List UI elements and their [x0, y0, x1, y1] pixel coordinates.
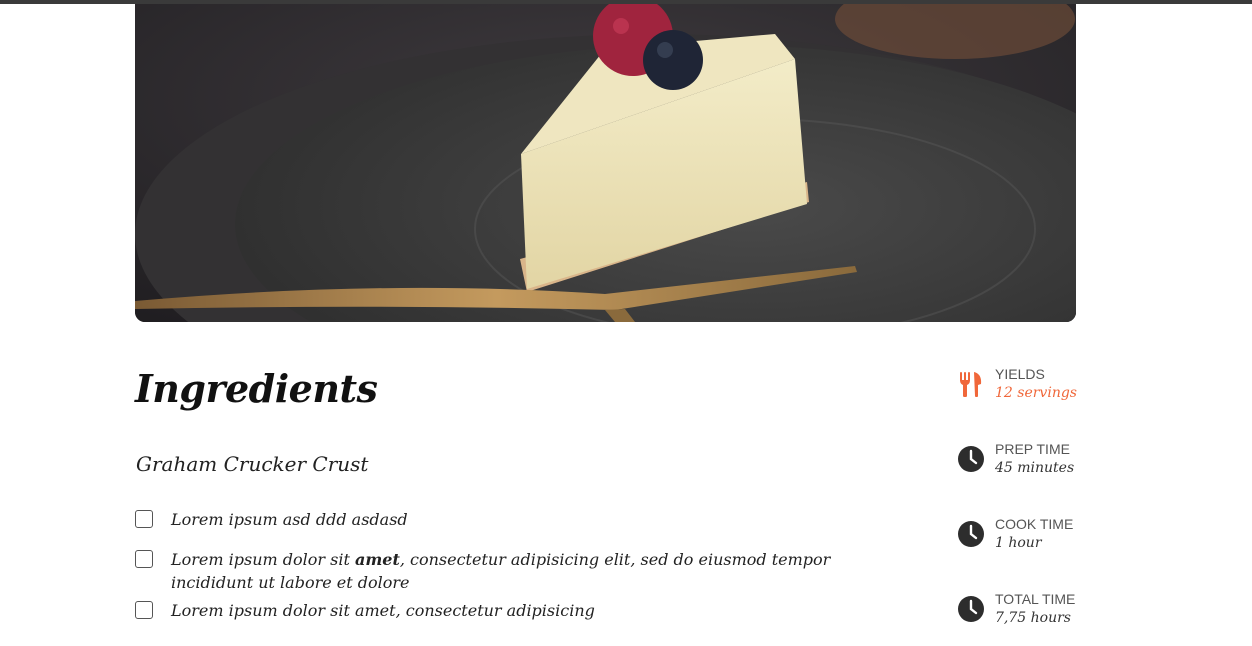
prep-time-label: PREP TIME [995, 441, 1070, 457]
clock-icon [958, 521, 984, 547]
total-time-value: 7,75 hours [995, 610, 1071, 626]
ingredient-item: Lorem ipsum asd ddd asdasd [135, 508, 895, 531]
ingredient-checkbox[interactable] [135, 510, 153, 528]
ingredient-text: Lorem ipsum dolor sit [171, 550, 355, 569]
prep-time-value: 45 minutes [995, 460, 1075, 476]
cook-time-value: 1 hour [995, 535, 1042, 551]
clock-icon [958, 446, 984, 472]
total-time-label: TOTAL TIME [995, 591, 1076, 607]
ingredient-item: Lorem ipsum dolor sit amet, consectetur … [135, 599, 895, 622]
cook-time-label: COOK TIME [995, 516, 1074, 532]
ingredient-text: Lorem ipsum asd ddd asdasd [171, 510, 408, 529]
hero-image [135, 4, 1076, 322]
ingredient-checkbox[interactable] [135, 550, 153, 568]
ingredient-item: Lorem ipsum dolor sit amet, consectetur … [135, 548, 895, 594]
yields-value: 12 servings [995, 385, 1077, 401]
ingredient-list: Lorem ipsum asd ddd asdasd Lorem ipsum d… [135, 508, 895, 622]
section-title: Graham Crucker Crust [136, 452, 369, 476]
clock-icon [958, 596, 984, 622]
ingredient-text: Lorem ipsum dolor sit amet, consectetur … [171, 601, 595, 620]
ingredient-bold-text: amet [354, 550, 400, 569]
ingredient-checkbox[interactable] [135, 601, 153, 619]
ingredients-title: Ingredients [135, 366, 378, 411]
fork-knife-icon [960, 372, 982, 397]
cheesecake-photo [135, 4, 1076, 322]
yields-label: YIELDS [995, 366, 1045, 382]
